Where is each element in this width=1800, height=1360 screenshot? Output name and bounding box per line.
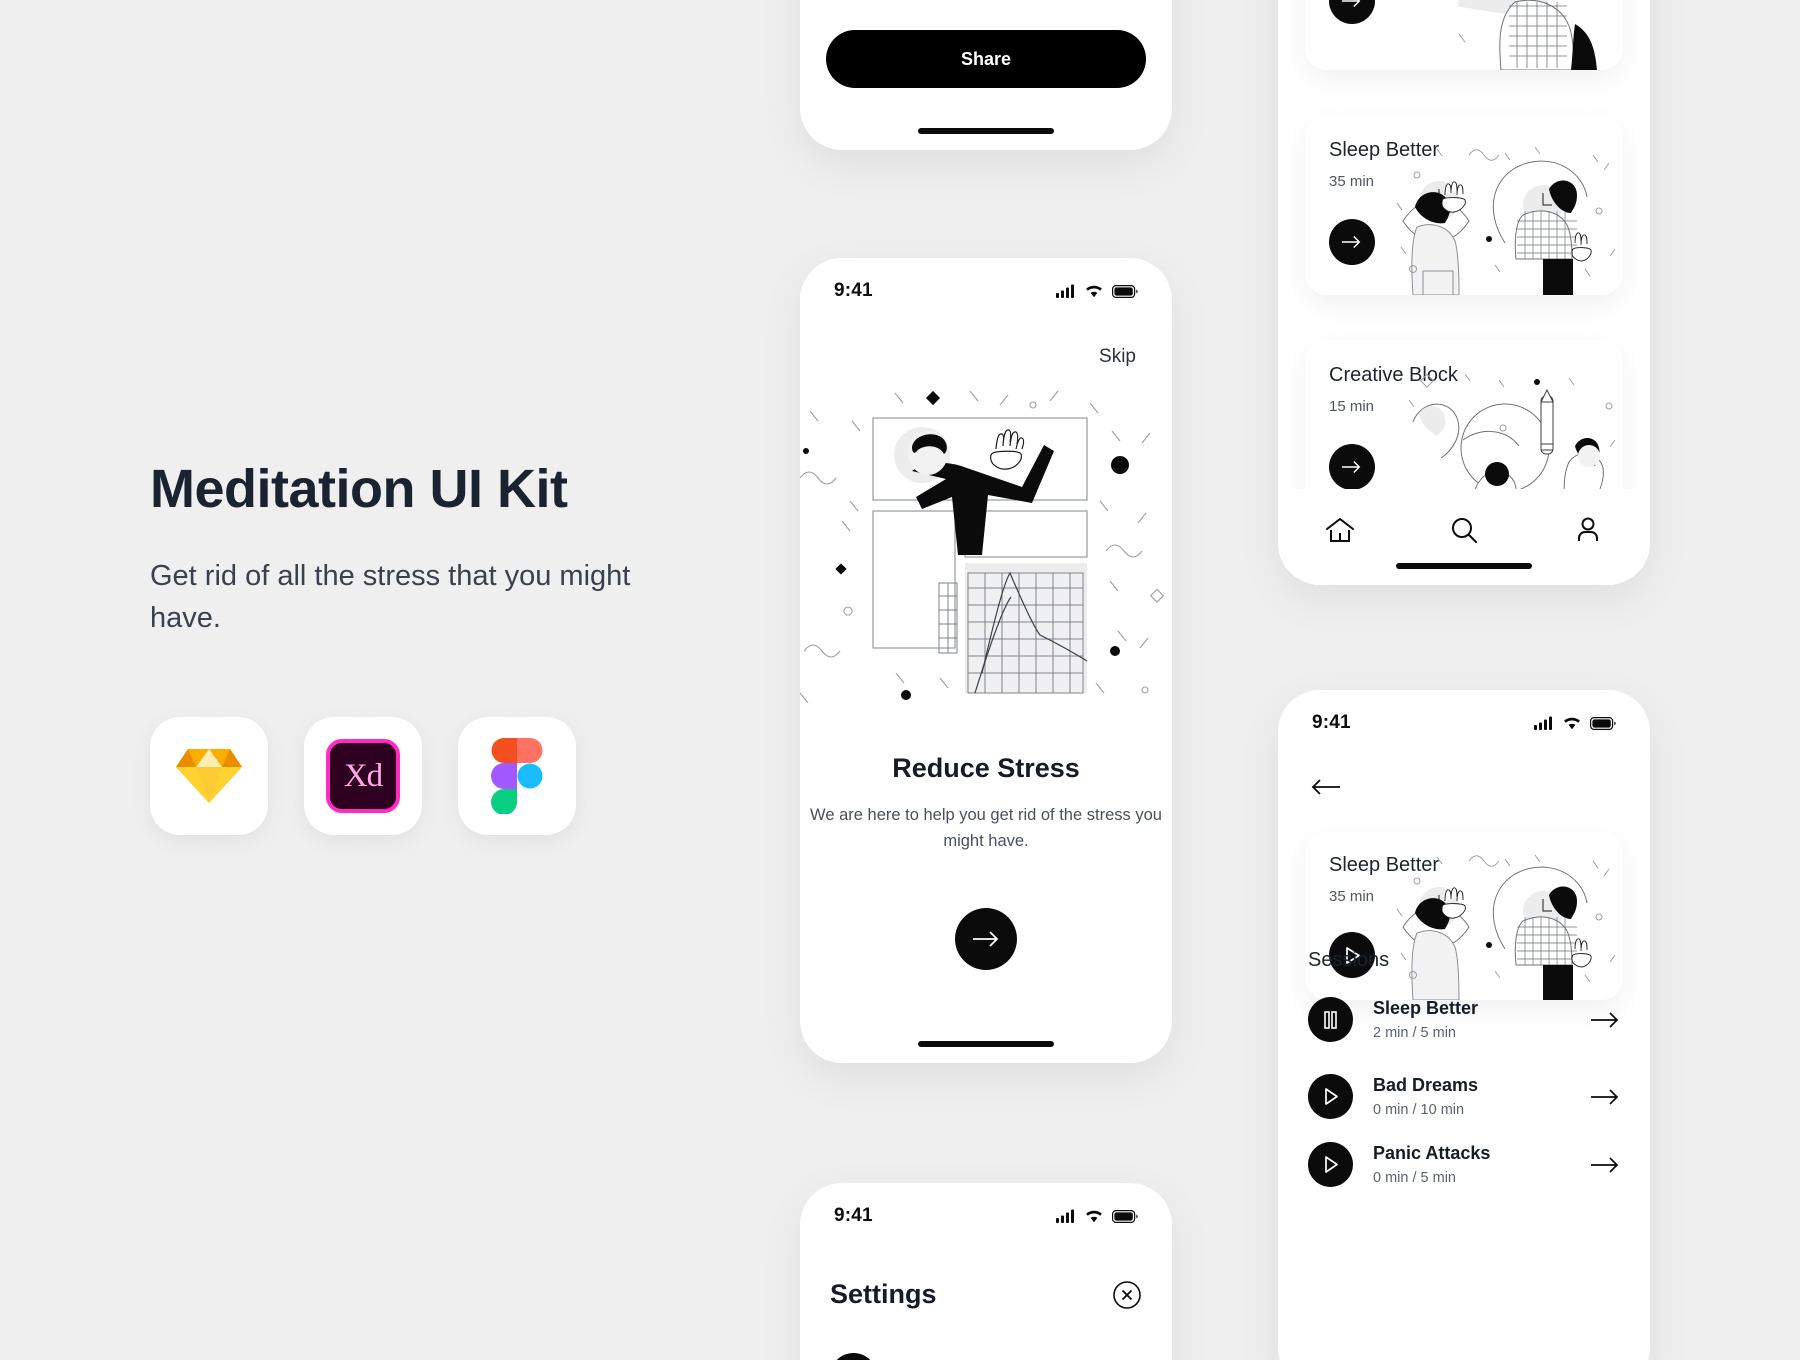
phone-detail-screen: 9:41 Sleep Better 35 min Sessions Sleep … bbox=[1278, 690, 1650, 1360]
adobe-xd-label: Xd bbox=[343, 757, 383, 794]
settings-title: Settings bbox=[830, 1279, 937, 1309]
session-name: Panic Attacks bbox=[1373, 1143, 1491, 1163]
home-indicator bbox=[918, 1041, 1054, 1047]
play-icon[interactable] bbox=[1308, 1142, 1353, 1187]
phone-onboarding-screen: 9:41 Skip Reduce Stress We are here to h… bbox=[800, 258, 1172, 1063]
home-indicator bbox=[918, 128, 1054, 134]
tab-search[interactable] bbox=[1433, 509, 1495, 551]
card-action-button[interactable] bbox=[1329, 0, 1375, 24]
share-button[interactable]: Share bbox=[826, 30, 1146, 88]
session-name: Bad Dreams bbox=[1373, 1075, 1479, 1095]
wifi-icon bbox=[1086, 1210, 1102, 1223]
back-button[interactable] bbox=[1310, 778, 1340, 801]
pause-icon[interactable] bbox=[1308, 997, 1353, 1042]
session-progress: 0 min / 10 min bbox=[1373, 1102, 1465, 1118]
sleep-illustration bbox=[1396, 146, 1616, 295]
arrow-right-icon[interactable] bbox=[1591, 1156, 1620, 1174]
battery-icon bbox=[1112, 284, 1138, 298]
sleep-illustration bbox=[1396, 855, 1616, 1000]
detail-hero-card[interactable]: Sleep Better 35 min bbox=[1305, 832, 1623, 1000]
settings-header: Settings bbox=[830, 1279, 1142, 1310]
figma-icon[interactable] bbox=[458, 717, 576, 836]
woman-mirror-illustration bbox=[1457, 0, 1597, 70]
battery-icon bbox=[1112, 1209, 1138, 1223]
session-card[interactable] bbox=[1305, 0, 1623, 70]
app-icon-list: Xd bbox=[150, 717, 770, 836]
phone-share-screen: Share bbox=[800, 0, 1172, 150]
onboarding-title: Reduce Stress bbox=[892, 753, 1080, 783]
onboarding-description: We are here to help you get rid of the s… bbox=[810, 806, 1162, 850]
wifi-icon bbox=[1086, 285, 1102, 298]
arrow-right-icon bbox=[1342, 236, 1361, 248]
person-icon bbox=[830, 1353, 877, 1360]
battery-icon bbox=[1590, 716, 1616, 730]
signal-icon bbox=[1056, 284, 1074, 298]
status-time: 9:41 bbox=[834, 1205, 873, 1226]
session-list-item[interactable]: Panic Attacks 0 min / 5 min bbox=[1308, 1142, 1620, 1187]
reduce-stress-illustration bbox=[800, 383, 1172, 704]
phone-settings-screen: 9:41 Settings bbox=[800, 1183, 1172, 1360]
status-icons bbox=[1534, 716, 1616, 730]
home-indicator bbox=[1396, 563, 1532, 569]
session-name: Sleep Better bbox=[1373, 998, 1479, 1018]
profile-icon bbox=[1578, 517, 1598, 541]
status-time: 9:41 bbox=[834, 280, 873, 301]
phone-home-screen: Sleep Better 35 min Creative Block 15 mi… bbox=[1278, 0, 1650, 585]
settings-row-personal-details[interactable]: Personal Details bbox=[830, 1353, 1142, 1360]
signal-icon bbox=[1534, 716, 1552, 730]
session-list-item[interactable]: Sleep Better 2 min / 5 min bbox=[1308, 997, 1620, 1042]
sketch-icon[interactable] bbox=[150, 717, 268, 836]
session-progress: 0 min / 5 min bbox=[1373, 1170, 1456, 1186]
signal-icon bbox=[1056, 1209, 1074, 1223]
status-bar: 9:41 bbox=[1278, 690, 1650, 734]
card-action-button[interactable] bbox=[1329, 219, 1375, 265]
home-icon bbox=[1326, 517, 1354, 542]
page-subtitle: Get rid of all the stress that you might… bbox=[150, 560, 631, 635]
card-action-button[interactable] bbox=[1329, 444, 1375, 490]
arrow-right-icon[interactable] bbox=[1591, 1088, 1620, 1106]
skip-button[interactable]: Skip bbox=[1099, 346, 1136, 368]
status-bar: 9:41 bbox=[800, 258, 1172, 302]
status-time: 9:41 bbox=[1312, 712, 1351, 733]
wifi-icon bbox=[1564, 717, 1580, 730]
status-icons bbox=[1056, 284, 1138, 298]
arrow-right-icon bbox=[1342, 0, 1361, 7]
tab-profile[interactable] bbox=[1557, 509, 1619, 551]
hero-section: Meditation UI Kit Get rid of all the str… bbox=[150, 459, 770, 836]
close-circle-icon[interactable] bbox=[1112, 1280, 1142, 1310]
arrow-right-icon[interactable] bbox=[1591, 1011, 1620, 1029]
arrow-right-icon bbox=[1342, 461, 1361, 473]
next-button[interactable] bbox=[955, 908, 1017, 970]
status-bar: 9:41 bbox=[800, 1183, 1172, 1227]
poster-canvas: Meditation UI Kit Get rid of all the str… bbox=[0, 0, 1800, 1360]
session-list-item[interactable]: Bad Dreams 0 min / 10 min bbox=[1308, 1074, 1620, 1119]
page-title: Meditation UI Kit bbox=[150, 459, 568, 519]
arrow-left-icon bbox=[1311, 779, 1340, 795]
adobe-xd-icon[interactable]: Xd bbox=[304, 717, 422, 836]
play-icon[interactable] bbox=[1308, 1074, 1353, 1119]
bottom-tab-bar bbox=[1278, 489, 1650, 585]
search-icon bbox=[1452, 518, 1477, 543]
arrow-right-icon bbox=[972, 931, 998, 947]
session-card[interactable]: Sleep Better 35 min bbox=[1305, 115, 1623, 295]
sessions-heading: Sessions bbox=[1308, 949, 1390, 971]
tab-home[interactable] bbox=[1309, 509, 1371, 551]
session-progress: 2 min / 5 min bbox=[1373, 1025, 1456, 1041]
status-icons bbox=[1056, 1209, 1138, 1223]
